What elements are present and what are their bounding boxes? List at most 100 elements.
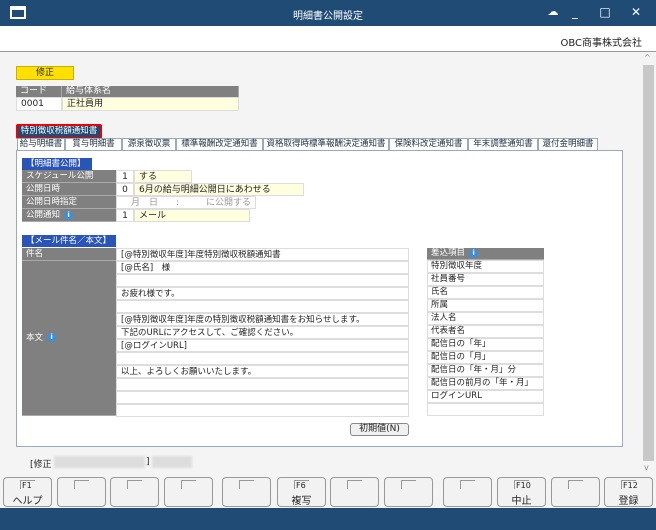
insert-item[interactable]: 配信日の「月」 bbox=[427, 351, 544, 364]
function-key-code: F10 bbox=[514, 480, 531, 490]
code-value: 0001 bbox=[16, 97, 62, 111]
publish-datetime-label: 公開日時 bbox=[22, 183, 116, 196]
function-key-9[interactable] bbox=[443, 477, 492, 507]
insert-item[interactable]: 代表者名 bbox=[427, 325, 544, 338]
body-line[interactable]: お疲れ様です。 bbox=[116, 287, 409, 300]
body-label-text: 本文 bbox=[26, 333, 44, 343]
publish-datetime-value[interactable]: 6月の給与明細公開日にあわせる bbox=[134, 183, 304, 196]
tab-standard-remuneration-revision[interactable]: 標準報酬改定通知書 bbox=[176, 138, 263, 150]
insert-item[interactable]: ログインURL bbox=[427, 390, 544, 403]
body-line[interactable] bbox=[116, 378, 409, 391]
insert-item[interactable]: 所属 bbox=[427, 299, 544, 312]
close-button[interactable]: ✕ bbox=[627, 5, 645, 19]
publish-section-header: 【明細書公開】 bbox=[22, 158, 92, 170]
tab-qualification-remuneration[interactable]: 資格取得時標準報酬決定通知書 bbox=[263, 138, 389, 150]
scroll-down-icon[interactable]: v bbox=[644, 463, 649, 472]
insert-item[interactable]: 配信日の「年」 bbox=[427, 338, 544, 351]
function-key-label: 中止 bbox=[511, 496, 532, 507]
body-label: 本文 i bbox=[22, 261, 116, 416]
scrollbar-thumb[interactable] bbox=[643, 65, 654, 461]
body-line[interactable]: 下記のURLにアクセスして、ご確認ください。 bbox=[116, 326, 409, 339]
insert-item[interactable]: 配信日の「年・月」分 bbox=[427, 364, 544, 377]
status-redacted bbox=[54, 456, 145, 468]
function-key-code bbox=[401, 480, 416, 489]
body-line[interactable]: 以上、よろしくお願いいたします。 bbox=[116, 365, 409, 378]
info-icon[interactable]: i bbox=[469, 249, 479, 258]
insert-item[interactable]: 配信日の前月の「年・月」 bbox=[427, 377, 544, 390]
insert-item[interactable]: 氏名 bbox=[427, 286, 544, 299]
function-key-12[interactable]: F12 登録 bbox=[604, 477, 653, 507]
function-key-code bbox=[568, 480, 583, 489]
ai-assistant-icon[interactable]: ☁ bbox=[544, 5, 562, 18]
reset-default-button[interactable]: 初期値(N) bbox=[350, 423, 409, 436]
function-key-8[interactable] bbox=[384, 477, 433, 507]
function-key-6[interactable]: F6 複写 bbox=[277, 477, 326, 507]
function-key-code: F12 bbox=[621, 480, 638, 490]
company-bar: OBC商事株式会社 bbox=[0, 26, 656, 52]
info-icon[interactable]: i bbox=[64, 211, 74, 220]
publish-notice-code[interactable]: 1 bbox=[116, 209, 134, 222]
tab-bonus-statement[interactable]: 賞与明細書 bbox=[65, 138, 122, 150]
function-key-label: ヘルプ bbox=[12, 496, 43, 507]
function-key-11[interactable] bbox=[551, 477, 600, 507]
function-key-label: 登録 bbox=[618, 496, 639, 507]
function-key-code bbox=[239, 480, 254, 489]
function-key-code: F1 bbox=[20, 480, 35, 490]
scroll-up-icon[interactable]: ^ bbox=[644, 53, 651, 62]
function-key-2[interactable] bbox=[57, 477, 106, 507]
insert-item[interactable] bbox=[427, 403, 544, 416]
company-name: OBC商事株式会社 bbox=[560, 38, 642, 49]
function-key-4[interactable] bbox=[164, 477, 213, 507]
publish-datetime-code[interactable]: 0 bbox=[116, 183, 134, 196]
body-line[interactable] bbox=[116, 300, 409, 313]
tab-special-collection-notice[interactable]: 特別徴収税額通知書 bbox=[16, 124, 102, 139]
status-mode: [修正 bbox=[30, 460, 52, 470]
schedule-publish-label: スケジュール公開 bbox=[22, 170, 116, 183]
mode-badge: 修正 bbox=[16, 66, 74, 80]
code-header: コード bbox=[16, 86, 62, 97]
info-icon[interactable]: i bbox=[47, 333, 57, 342]
function-key-code: F6 bbox=[294, 480, 309, 490]
insert-item[interactable]: 特別徴収年度 bbox=[427, 260, 544, 273]
insert-item[interactable]: 法人名 bbox=[427, 312, 544, 325]
tab-salary-statement[interactable]: 給与明細書 bbox=[17, 138, 65, 150]
vertical-scrollbar[interactable]: ^ v bbox=[641, 53, 656, 476]
body-line[interactable]: [@氏名] 様 bbox=[116, 261, 409, 274]
body-line[interactable] bbox=[116, 391, 409, 404]
schedule-publish-code[interactable]: 1 bbox=[116, 170, 134, 183]
function-key-3[interactable] bbox=[110, 477, 159, 507]
tab-year-end-adjustment[interactable]: 年末調整通知書 bbox=[468, 138, 538, 150]
body-line[interactable]: [@ログインURL] bbox=[116, 339, 409, 352]
subject-input[interactable]: [@特別徴収年度]年度特別徴収税額通知書 bbox=[116, 248, 409, 261]
function-key-code bbox=[127, 480, 142, 489]
publish-notice-value[interactable]: メール bbox=[134, 209, 250, 222]
body-line[interactable] bbox=[116, 352, 409, 365]
salary-system-name: 正社員用 bbox=[62, 97, 239, 111]
function-key-1[interactable]: F1 ヘルプ bbox=[3, 477, 52, 507]
status-bar bbox=[0, 508, 656, 530]
body-line[interactable]: [@特別徴収年度]年度の特別徴収税額通知書をお知らせします。 bbox=[116, 313, 409, 326]
minimize-button[interactable]: _ bbox=[566, 5, 584, 19]
function-key-code bbox=[74, 480, 89, 489]
maximize-button[interactable]: □ bbox=[596, 5, 614, 19]
publish-notice-label: 公開通知 i bbox=[22, 209, 116, 222]
function-key-10[interactable]: F10 中止 bbox=[497, 477, 546, 507]
tab-withholding-slip[interactable]: 源泉徴収票 bbox=[122, 138, 176, 150]
function-key-5[interactable] bbox=[222, 477, 271, 507]
function-key-label: 複写 bbox=[291, 496, 312, 507]
subject-label: 件名 bbox=[22, 248, 116, 261]
schedule-publish-value[interactable]: する bbox=[134, 170, 192, 183]
mail-section-header: 【メール件名／本文】 bbox=[22, 235, 116, 247]
publish-notice-label-text: 公開通知 bbox=[26, 210, 61, 220]
insert-item[interactable]: 社員番号 bbox=[427, 273, 544, 286]
insert-items-header-text: 差込項目 bbox=[431, 248, 466, 258]
body-line[interactable] bbox=[116, 274, 409, 287]
status-bracket: ] bbox=[146, 457, 150, 467]
tab-refund-statement[interactable]: 還付金明細書 bbox=[538, 138, 598, 150]
body-line[interactable] bbox=[116, 404, 409, 417]
function-key-code bbox=[460, 480, 475, 489]
publish-datetime-specify-label: 公開日時指定 bbox=[22, 196, 116, 209]
insert-items-header: 差込項目 i bbox=[427, 248, 544, 260]
tab-premium-revision[interactable]: 保険料改定通知書 bbox=[389, 138, 468, 150]
function-key-7[interactable] bbox=[330, 477, 379, 507]
